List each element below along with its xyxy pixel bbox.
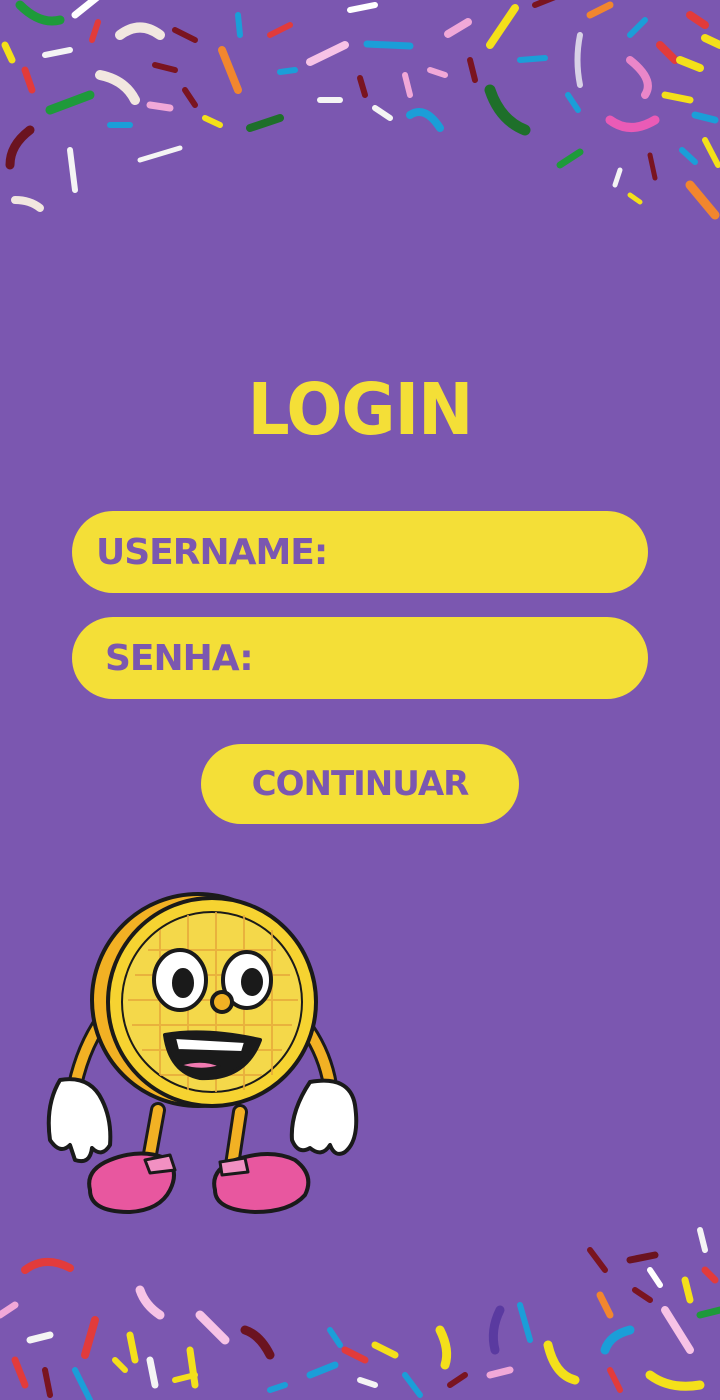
password-input[interactable]	[262, 617, 618, 699]
password-field[interactable]: SENHA:	[72, 617, 648, 699]
bottom-sprinkles-decoration	[0, 1227, 720, 1400]
top-sprinkles-decoration	[1, 0, 720, 220]
page-title: LOGIN	[247, 368, 474, 452]
waffle-mascot-icon	[46, 892, 359, 1214]
username-field[interactable]: USERNAME:	[72, 511, 687, 593]
username-input[interactable]	[337, 511, 687, 593]
username-label: USERNAME:	[96, 531, 328, 573]
password-label: SENHA:	[105, 637, 254, 679]
continue-button[interactable]: CONTINUAR	[201, 744, 519, 824]
